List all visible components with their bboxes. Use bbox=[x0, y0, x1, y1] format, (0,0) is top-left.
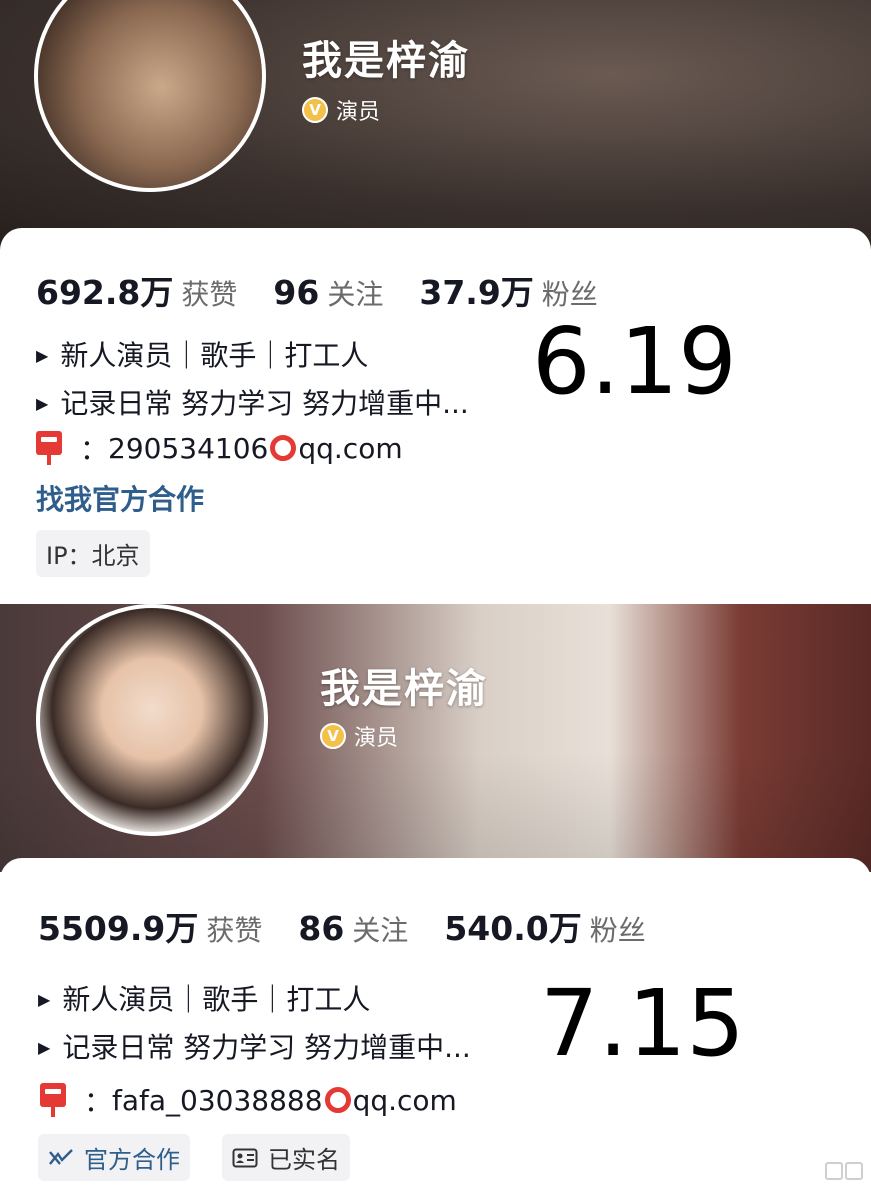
profile-card: 5509.9万 获赞 86 关注 540.0万 粉丝 ▶ 新人演员｜歌手｜打工人… bbox=[0, 858, 871, 1200]
ip-location-tag: IP：北京 bbox=[36, 530, 150, 577]
email-domain: qq.com bbox=[352, 1083, 457, 1117]
followers-count[interactable]: 37.9万 bbox=[419, 266, 533, 314]
bio: ▶ 新人演员｜歌手｜打工人 ▶ 记录日常 努力学习 努力增重中... bbox=[38, 976, 471, 1072]
bio-line: ▶ 记录日常 努力学习 努力增重中... bbox=[38, 1024, 471, 1072]
bio-text: 新人演员｜歌手｜打工人 bbox=[60, 339, 369, 372]
bio: ▶ 新人演员｜歌手｜打工人 ▶ 记录日常 努力学习 努力增重中... bbox=[36, 332, 469, 428]
official-cooperation-link[interactable]: 找我官方合作 bbox=[36, 478, 204, 518]
watermark-icon bbox=[825, 1162, 843, 1180]
date-annotation: 7.15 bbox=[540, 970, 745, 1077]
likes-label: 获赞 bbox=[181, 278, 238, 311]
profile-card: 692.8万 获赞 96 关注 37.9万 粉丝 ▶ 新人演员｜歌手｜打工人 ▶… bbox=[0, 228, 871, 600]
email-separator: ： bbox=[84, 1085, 113, 1118]
email-separator: ： bbox=[80, 433, 109, 466]
following-count[interactable]: 96 bbox=[273, 273, 319, 312]
mailbox-icon bbox=[36, 431, 62, 465]
red-circle-icon bbox=[270, 435, 297, 461]
verified-role: V 演员 bbox=[320, 720, 398, 752]
profile-name: 我是梓渝 bbox=[320, 666, 488, 712]
verified-role: V 演员 bbox=[302, 94, 380, 126]
likes-count: 692.8万 bbox=[36, 273, 174, 312]
bullet-triangle-icon: ▶ bbox=[38, 1038, 51, 1057]
email-prefix: fafa_03038888 bbox=[112, 1083, 323, 1117]
profile-snapshot-2: 我是梓渝 V 演员 5509.9万 获赞 86 关注 540.0万 粉丝 ▶ 新… bbox=[0, 604, 871, 1200]
profile-name: 我是梓渝 bbox=[302, 38, 470, 84]
mailbox-icon bbox=[40, 1083, 66, 1117]
cooperation-label: 官方合作 bbox=[84, 1146, 180, 1174]
profile-snapshot-1: 我是梓渝 V 演员 692.8万 获赞 96 关注 37.9万 粉丝 ▶ 新人演… bbox=[0, 0, 871, 600]
stats-row: 5509.9万 获赞 86 关注 540.0万 粉丝 bbox=[38, 902, 682, 950]
role-label: 演员 bbox=[354, 726, 399, 751]
following-label[interactable]: 关注 bbox=[352, 909, 408, 949]
likes-label: 获赞 bbox=[206, 914, 263, 947]
id-card-icon bbox=[232, 1148, 258, 1167]
followers-label[interactable]: 粉丝 bbox=[542, 273, 598, 313]
red-circle-icon bbox=[324, 1087, 351, 1113]
likes-count: 5509.9万 bbox=[38, 909, 199, 948]
following-count[interactable]: 86 bbox=[298, 909, 344, 948]
bio-text: 记录日常 努力学习 努力增重中... bbox=[62, 1031, 471, 1064]
contact-email: ： fafa_03038888 qq.com bbox=[40, 1080, 457, 1120]
role-label: 演员 bbox=[336, 100, 381, 125]
email-prefix: 290534106 bbox=[108, 431, 269, 465]
bio-line: ▶ 新人演员｜歌手｜打工人 bbox=[38, 976, 471, 1024]
watermark bbox=[825, 1162, 863, 1180]
stats-row: 692.8万 获赞 96 关注 37.9万 粉丝 bbox=[36, 266, 634, 314]
email-domain: qq.com bbox=[298, 431, 403, 465]
watermark-icon bbox=[845, 1162, 863, 1180]
bullet-triangle-icon: ▶ bbox=[38, 990, 51, 1009]
real-name-label: 已实名 bbox=[268, 1146, 340, 1174]
avatar[interactable] bbox=[36, 604, 268, 836]
bullet-triangle-icon: ▶ bbox=[36, 394, 49, 413]
followers-count[interactable]: 540.0万 bbox=[444, 902, 581, 950]
bio-line: ▶ 记录日常 努力学习 努力增重中... bbox=[36, 380, 469, 428]
verified-v-icon: V bbox=[302, 97, 328, 123]
verified-v-icon: V bbox=[320, 723, 346, 749]
cooperation-icon bbox=[49, 1148, 73, 1165]
bio-text: 记录日常 努力学习 努力增重中... bbox=[60, 387, 469, 420]
contact-email: ： 290534106 qq.com bbox=[36, 428, 403, 468]
bio-line: ▶ 新人演员｜歌手｜打工人 bbox=[36, 332, 469, 380]
date-annotation: 6.19 bbox=[532, 308, 737, 415]
official-cooperation-button[interactable]: 官方合作 bbox=[38, 1134, 190, 1181]
followers-label[interactable]: 粉丝 bbox=[590, 909, 646, 949]
real-name-verified-tag[interactable]: 已实名 bbox=[222, 1134, 350, 1181]
bullet-triangle-icon: ▶ bbox=[36, 346, 49, 365]
bio-text: 新人演员｜歌手｜打工人 bbox=[62, 983, 371, 1016]
following-label[interactable]: 关注 bbox=[327, 273, 383, 313]
